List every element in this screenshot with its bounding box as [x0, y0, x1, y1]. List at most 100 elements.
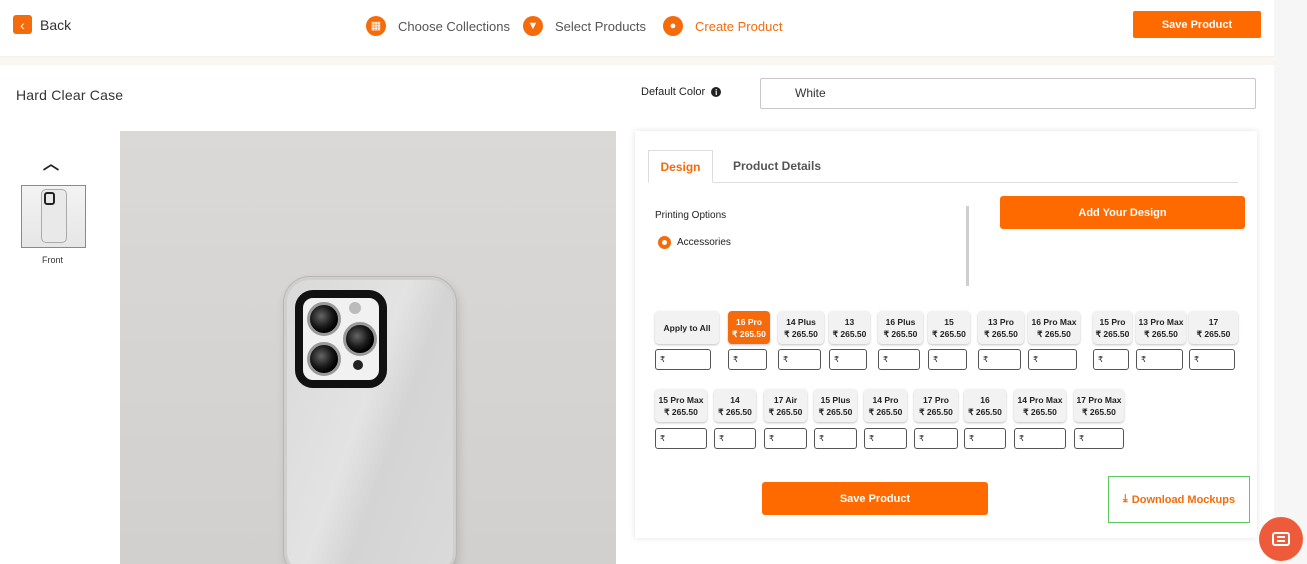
price-input[interactable]: ₹ — [964, 428, 1006, 449]
variant-name: 14 — [730, 394, 740, 405]
price-input[interactable]: ₹ — [814, 428, 857, 449]
price-input[interactable]: ₹ — [878, 349, 920, 370]
variant-name: 13 Pro Max — [1138, 316, 1184, 327]
price-input[interactable]: ₹ — [1074, 428, 1124, 449]
variant-chip[interactable]: 14 Pro Max ₹ 265.50 — [1014, 389, 1066, 422]
variant-name: 17 Pro — [923, 394, 949, 405]
radio-label: Accessories — [677, 237, 731, 248]
price-input[interactable]: ₹ — [728, 349, 767, 370]
camera-module — [295, 290, 387, 388]
variant-name: 13 Pro — [988, 316, 1014, 327]
price-input[interactable]: ₹ — [829, 349, 867, 370]
default-color-text: Default Color — [641, 86, 706, 98]
back-button[interactable]: ‹ Back — [13, 15, 71, 34]
palette-icon: ● — [663, 16, 683, 36]
thumbnail-label: Front — [42, 255, 64, 265]
variant-price: ₹ 265.50 — [1095, 328, 1130, 339]
variant-price: ₹ 265.50 — [1023, 406, 1057, 417]
variant-name: 15 Pro — [1099, 316, 1126, 327]
price-input[interactable]: ₹ — [764, 428, 807, 449]
grid-icon: ▦ — [366, 16, 386, 36]
download-mockups-button[interactable]: ⤓ Download Mockups — [1108, 476, 1250, 523]
variant-price: ₹ 265.50 — [984, 328, 1018, 339]
variant-name: 15 — [944, 316, 954, 327]
tab-design[interactable]: Design — [648, 150, 713, 183]
variant-chip[interactable]: 17 Pro Max ₹ 265.50 — [1074, 389, 1124, 422]
save-product-top-button[interactable]: Save Product — [1133, 11, 1261, 38]
info-icon[interactable]: i — [711, 87, 722, 97]
scrollbar[interactable] — [966, 206, 969, 286]
variant-price: ₹ 265.50 — [1037, 328, 1071, 339]
step-choose-collections[interactable]: ▦ Choose Collections — [366, 16, 510, 36]
radio-selected-icon — [658, 236, 671, 249]
variant-name: 14 Pro — [872, 394, 899, 405]
variant-name: 14 Plus — [786, 316, 816, 327]
variant-price: ₹ 265.50 — [883, 328, 918, 339]
price-input[interactable]: ₹ — [655, 428, 707, 449]
variant-name: 16 Pro Max — [1031, 316, 1077, 327]
price-input[interactable]: ₹ — [1093, 349, 1129, 370]
variant-chip[interactable]: 15 Plus ₹ 265.50 — [814, 389, 857, 422]
variant-chip[interactable]: 16 ₹ 265.50 — [964, 389, 1006, 422]
printing-option-accessories[interactable]: Accessories — [658, 236, 731, 249]
variant-price: ₹ 265.50 — [718, 406, 752, 417]
price-input[interactable]: ₹ — [1014, 428, 1066, 449]
apply-to-all-button[interactable]: Apply to All — [655, 311, 719, 344]
variant-chip[interactable]: 13 ₹ 265.50 — [829, 311, 870, 344]
price-input[interactable]: ₹ — [1028, 349, 1077, 370]
price-input[interactable]: ₹ — [1136, 349, 1183, 370]
variant-chip[interactable]: 15 Pro Max ₹ 265.50 — [655, 389, 707, 422]
add-your-design-button[interactable]: Add Your Design — [1000, 196, 1245, 229]
default-color-select[interactable]: White — [760, 78, 1256, 109]
price-input[interactable]: ₹ — [778, 349, 821, 370]
price-input[interactable]: ₹ — [655, 349, 711, 370]
download-label: Download Mockups — [1131, 493, 1236, 506]
variant-price: ₹ 265.50 — [919, 406, 953, 417]
variant-chip[interactable]: 17 Pro ₹ 265.50 — [914, 389, 958, 422]
design-panel: Design Product Details Printing Options … — [635, 131, 1257, 538]
price-input[interactable]: ₹ — [864, 428, 907, 449]
variant-chip[interactable]: 17 ₹ 265.50 — [1189, 311, 1238, 344]
price-input[interactable]: ₹ — [714, 428, 756, 449]
price-input[interactable]: ₹ — [914, 428, 958, 449]
variant-price: ₹ 265.50 — [868, 406, 903, 417]
price-input[interactable]: ₹ — [1189, 349, 1235, 370]
variant-price: ₹ 265.50 — [1196, 328, 1231, 339]
printing-options-label: Printing Options — [655, 210, 727, 221]
variant-chip[interactable]: 13 Pro Max ₹ 265.50 — [1136, 311, 1186, 344]
variant-chip[interactable]: 14 Plus ₹ 265.50 — [778, 311, 824, 344]
variant-name: 15 Pro Max — [658, 394, 704, 405]
price-input[interactable]: ₹ — [978, 349, 1021, 370]
variant-name: 16 Plus — [885, 316, 916, 327]
thumbnail-front[interactable] — [21, 185, 86, 248]
tab-product-details[interactable]: Product Details — [727, 150, 827, 183]
tshirt-icon: ▼ — [523, 16, 543, 36]
variant-name: 16 Pro — [736, 316, 762, 327]
variant-price: ₹ 265.50 — [732, 328, 766, 339]
variant-price: ₹ 265.50 — [818, 406, 853, 417]
variant-chip[interactable]: 14 Pro ₹ 265.50 — [864, 389, 907, 422]
right-gutter — [1274, 0, 1307, 564]
download-icon: ⤓ — [1122, 493, 1128, 505]
price-input[interactable]: ₹ — [928, 349, 967, 370]
variant-name: 16 — [980, 394, 990, 405]
variant-chip[interactable]: 13 Pro ₹ 265.50 — [978, 311, 1024, 344]
step-select-products[interactable]: ▼ Select Products — [523, 16, 646, 36]
variant-chip[interactable]: 17 Air ₹ 265.50 — [764, 389, 807, 422]
product-preview — [120, 131, 616, 564]
variant-chip[interactable]: 16 Plus ₹ 265.50 — [878, 311, 923, 344]
chevron-up-icon[interactable]: ︿ — [43, 150, 59, 174]
chat-button[interactable] — [1259, 517, 1303, 561]
variant-chip[interactable]: 16 Pro ₹ 265.50 — [728, 311, 770, 344]
step-create-product[interactable]: ● Create Product — [663, 16, 782, 36]
variant-price: ₹ 265.50 — [768, 406, 803, 417]
save-product-button[interactable]: Save Product — [762, 482, 988, 515]
step-label: Choose Collections — [398, 18, 511, 34]
header-divider — [0, 57, 1274, 65]
variant-price: ₹ 265.50 — [832, 328, 867, 339]
variant-chip[interactable]: 16 Pro Max ₹ 265.50 — [1028, 311, 1080, 344]
variant-chip[interactable]: 15 ₹ 265.50 — [928, 311, 970, 344]
variant-name: 17 Pro Max — [1076, 394, 1122, 405]
variant-chip[interactable]: 15 Pro ₹ 265.50 — [1093, 311, 1132, 344]
variant-chip[interactable]: 14 ₹ 265.50 — [714, 389, 756, 422]
